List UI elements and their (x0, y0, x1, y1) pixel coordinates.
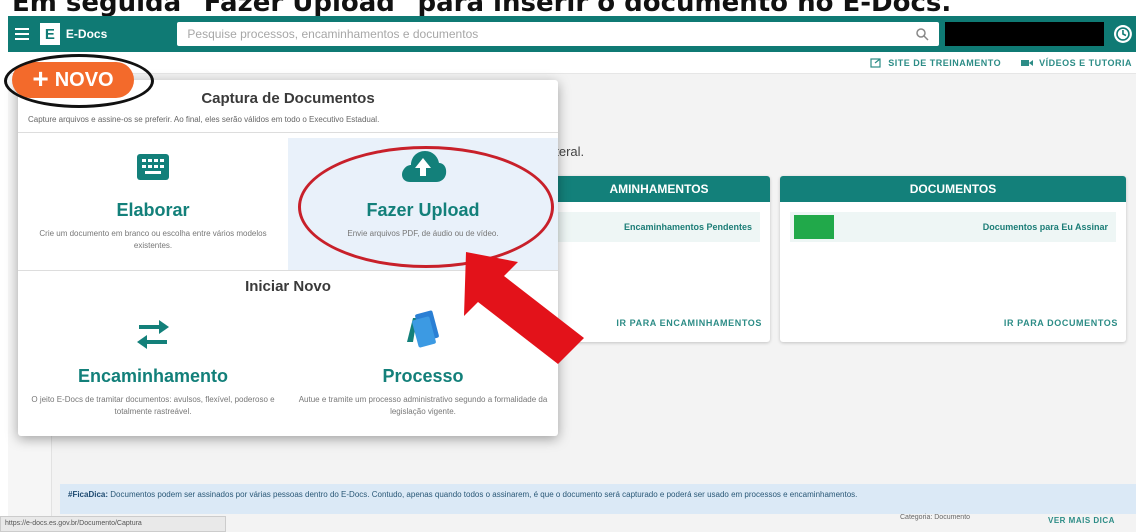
tutorial-caption: Em seguida "Fazer Upload" para inserir o… (12, 0, 952, 16)
elaborar-option[interactable]: Elaborar Crie um documento em branco ou … (18, 138, 288, 270)
edocs-logo[interactable]: E E-Docs (36, 16, 178, 52)
tip-text: Documentos podem ser assinados por vária… (110, 490, 858, 499)
videos-label: VÍDEOS E TUTORIA (1039, 57, 1132, 68)
elaborar-title: Elaborar (116, 200, 190, 220)
search-input[interactable] (187, 27, 888, 41)
pending-forwards-label: Encaminhamentos Pendentes (623, 222, 752, 232)
divider (18, 132, 558, 133)
videos-link[interactable]: VÍDEOS E TUTORIA (1021, 58, 1132, 68)
encaminhamentos-card-title: AMINHAMENTOS (548, 176, 770, 202)
encaminhamento-title: Encaminhamento (77, 366, 229, 386)
training-site-label: SITE DE TREINAMENTO (888, 57, 1002, 68)
docs-count-badge (794, 215, 834, 239)
encaminhamento-desc: O jeito E-Docs de tramitar documentos: a… (31, 395, 275, 416)
logo-text: E-Docs (65, 27, 108, 41)
search-icon[interactable] (915, 27, 929, 41)
docs-to-sign-row[interactable]: Documentos para Eu Assinar (790, 212, 1116, 242)
processo-desc: Autue e tramite um processo administrati… (298, 395, 548, 416)
browser-status-url: https://e-docs.es.gov.br/Documento/Captu… (0, 516, 226, 532)
processo-title: Processo (382, 366, 464, 386)
capture-section-subtitle: Capture arquivos e assine-os se preferir… (28, 115, 380, 124)
tip-banner: #FicaDica: Documentos podem ser assinado… (60, 484, 1136, 514)
documentos-card-title: DOCUMENTOS (780, 176, 1126, 202)
folder-stack-icon (407, 310, 439, 348)
pending-forwards-row[interactable]: Encaminhamentos Pendentes (558, 212, 760, 242)
swap-arrows-icon (137, 320, 169, 349)
video-camera-icon (1021, 59, 1034, 66)
elaborar-desc: Crie um documento em branco ou escolha e… (39, 229, 267, 250)
documentos-card: DOCUMENTOS Documentos para Eu Assinar IR… (780, 176, 1126, 342)
keyboard-icon (137, 154, 169, 180)
user-name-redacted[interactable] (944, 22, 1105, 46)
history-icon[interactable] (1110, 21, 1136, 47)
go-to-forwards-link[interactable]: IR PARA ENCAMINHAMENTOS (616, 318, 762, 328)
top-bar: E E-Docs (8, 16, 1136, 52)
encaminhamento-option[interactable]: Encaminhamento O jeito E-Docs de tramita… (18, 302, 288, 436)
annotation-circle-new-button (4, 54, 154, 108)
hamburger-menu-icon[interactable] (8, 16, 36, 52)
external-link-icon (870, 57, 881, 68)
tip-category: Categoria: Documento (900, 514, 971, 521)
training-site-link[interactable]: SITE DE TREINAMENTO (870, 58, 1001, 68)
docs-to-sign-label: Documentos para Eu Assinar (982, 222, 1108, 232)
go-to-documents-link[interactable]: IR PARA DOCUMENTOS (1004, 318, 1118, 328)
more-tips-link[interactable]: VER MAIS DICA (1048, 516, 1115, 525)
logo-mark: E (39, 23, 60, 45)
tip-tag: #FicaDica: (68, 490, 109, 499)
search-box (177, 22, 939, 46)
secondary-bar: SITE DE TREINAMENTO VÍDEOS E TUTORIA (8, 52, 1136, 74)
annotation-arrow-icon (464, 252, 584, 364)
